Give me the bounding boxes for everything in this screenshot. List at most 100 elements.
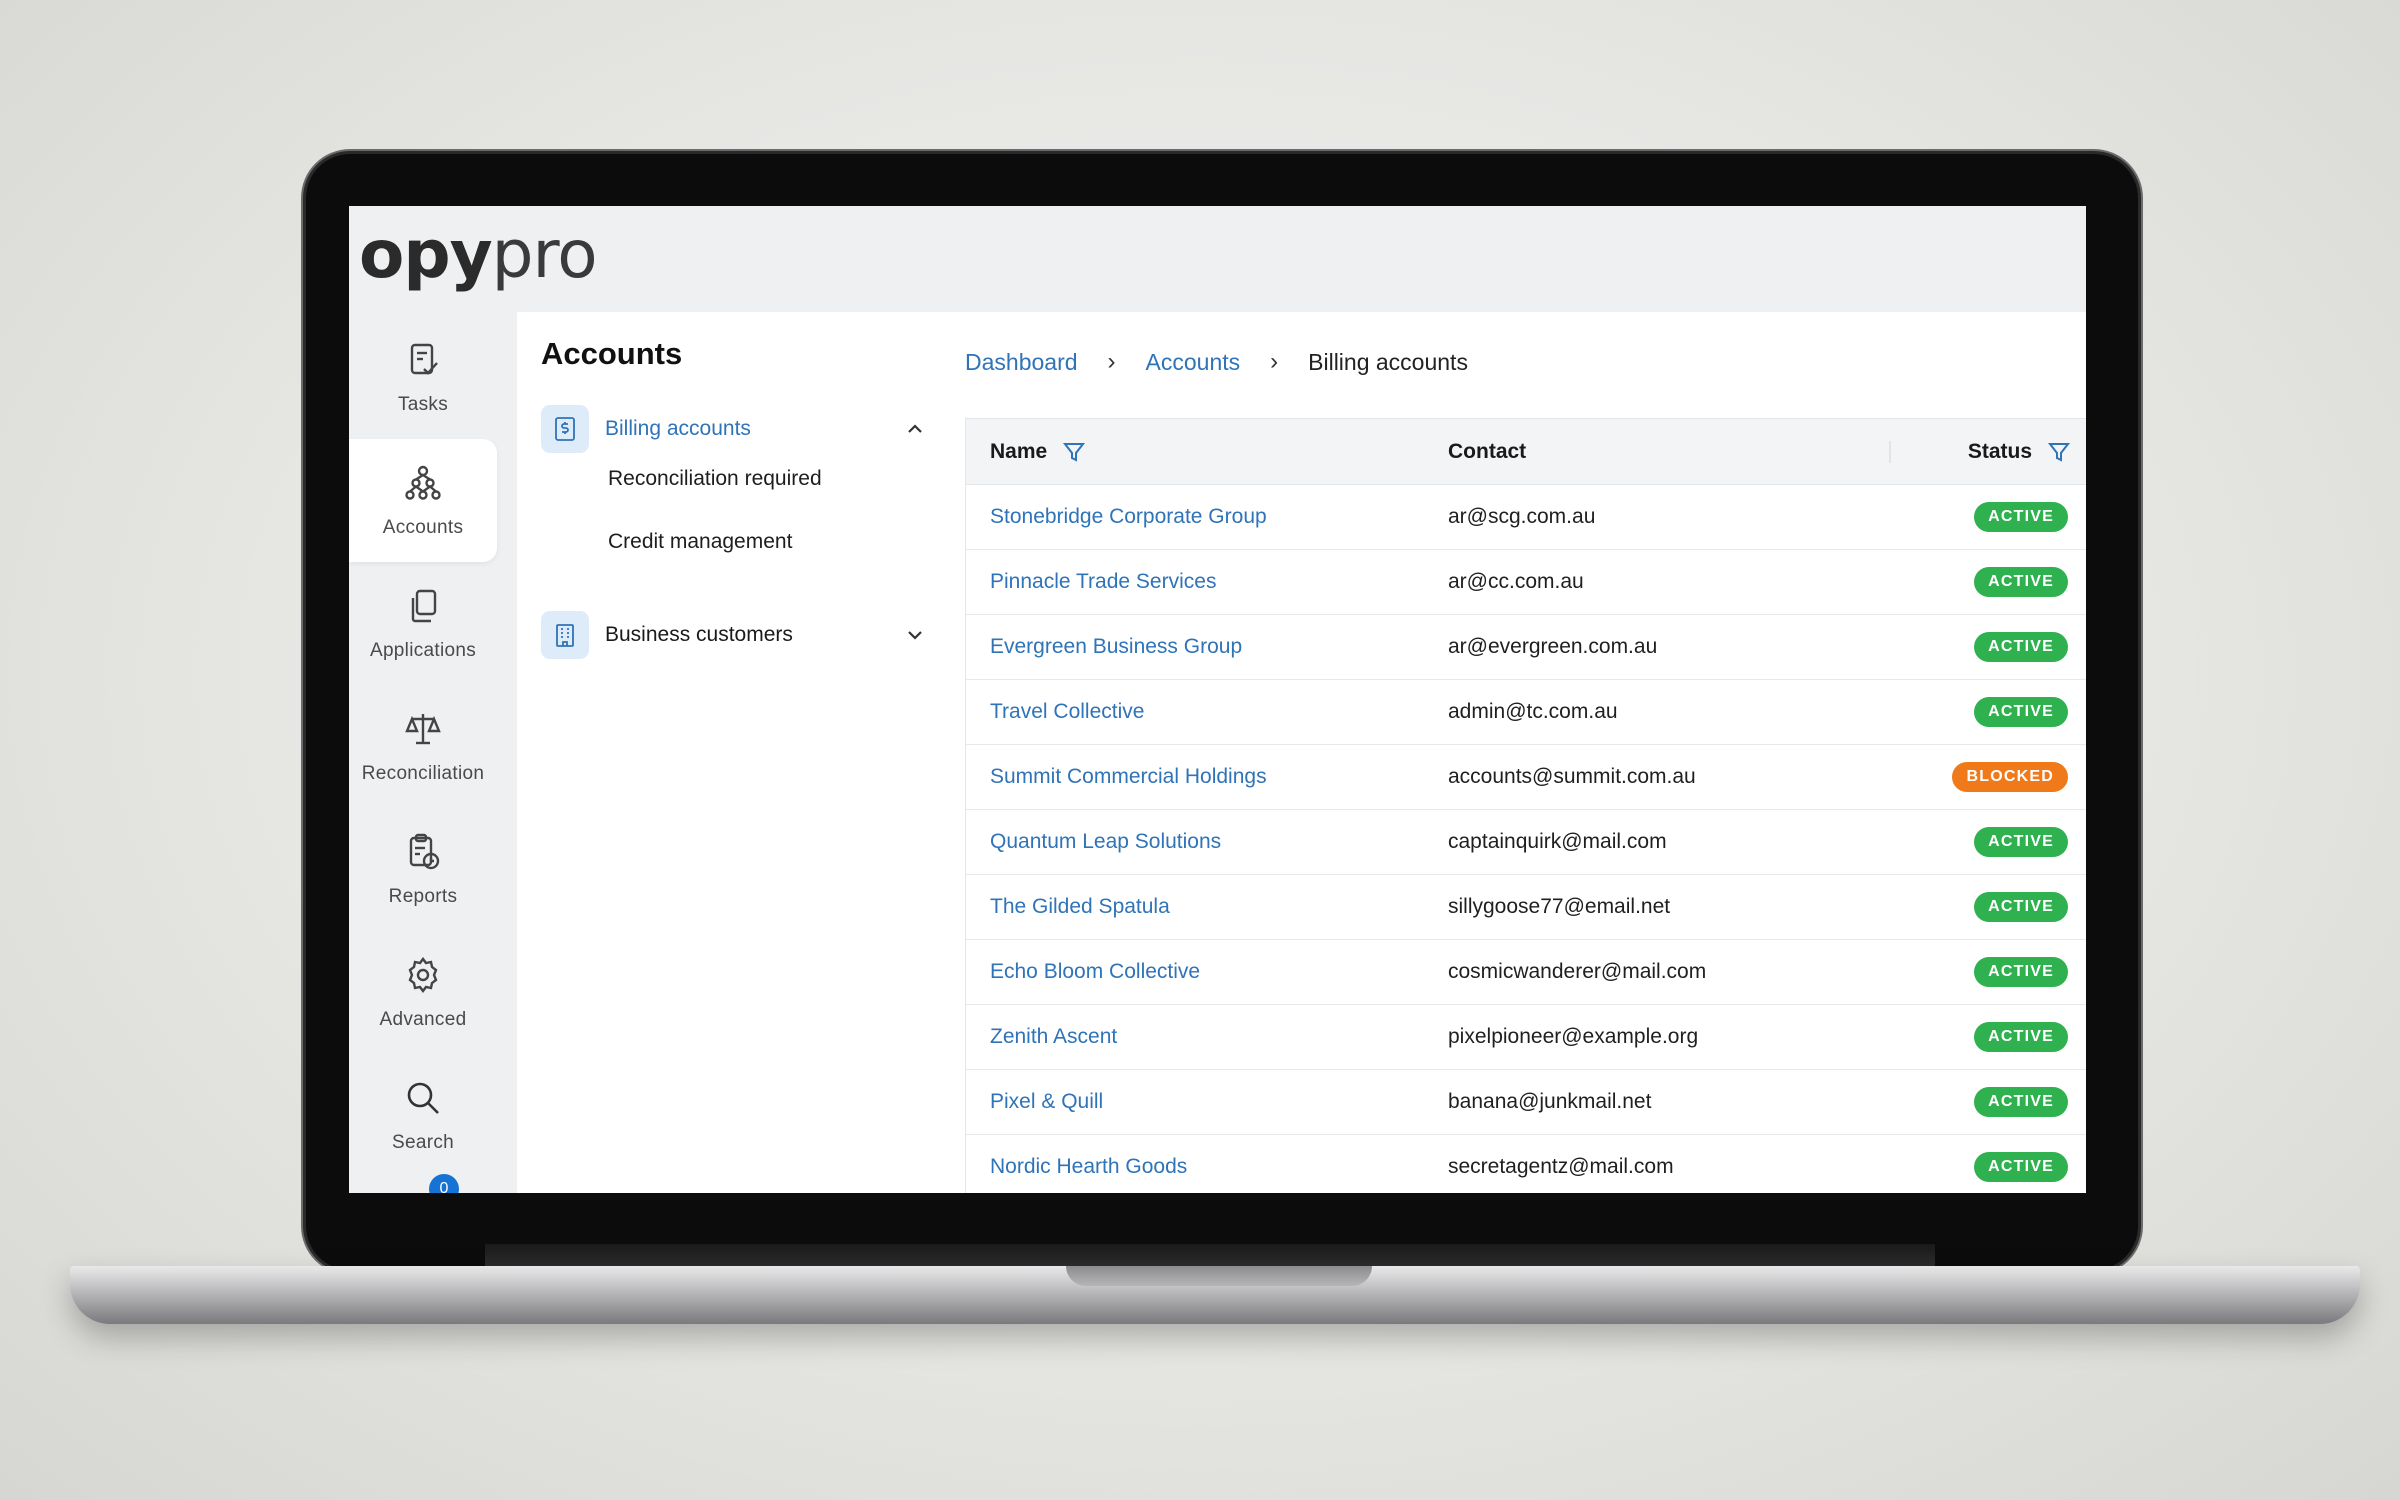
header-label: Status [1967,440,2032,463]
table-row[interactable]: Travel Collective admin@tc.com.au ACTIVE [966,680,2086,745]
account-name-link[interactable]: Zenith Ascent [990,1005,1117,1069]
app-logo: opypro [359,216,598,293]
rail-label: Accounts [382,516,464,538]
account-contact: cosmicwanderer@mail.com [1448,960,1707,983]
rail-item-reconciliation[interactable]: Reconciliation [349,685,497,808]
breadcrumb-separator: › [1270,348,1279,375]
account-contact: ar@scg.com.au [1448,505,1596,528]
account-name-link[interactable]: Quantum Leap Solutions [990,810,1221,874]
account-contact: secretagentz@mail.com [1448,1155,1674,1178]
breadcrumb-accounts[interactable]: Accounts [1146,349,1241,376]
status-cell: ACTIVE [1974,810,2068,874]
table-row[interactable]: Stonebridge Corporate Group ar@scg.com.au… [966,485,2086,550]
table-row[interactable]: Nordic Hearth Goods secretagentz@mail.com… [966,1135,2086,1193]
status-badge: ACTIVE [1974,827,2068,857]
table-row[interactable]: Quantum Leap Solutions captainquirk@mail.… [966,810,2086,875]
account-name-link[interactable]: Pixel & Quill [990,1070,1103,1134]
rail-label: Applications [369,639,477,661]
table-row[interactable]: Echo Bloom Collective cosmicwanderer@mail… [966,940,2086,1005]
header-contact[interactable]: Contact [1448,419,1526,485]
rail-label: Advanced [379,1008,467,1030]
account-name-link[interactable]: Stonebridge Corporate Group [990,485,1267,549]
app-screen: opypro Tasks Accounts Applications Recon… [349,206,2086,1193]
chevron-up-icon[interactable] [903,417,927,441]
page-title: Accounts [541,336,683,371]
subnav-billing-accounts[interactable]: Billing accounts [541,404,931,454]
table-row[interactable]: Summit Commercial Holdings accounts@summi… [966,745,2086,810]
account-contact: pixelpioneer@example.org [1448,1025,1699,1048]
status-badge: ACTIVE [1974,1152,2068,1182]
status-badge: ACTIVE [1974,957,2068,987]
subnav-business-customers[interactable]: Business customers [541,610,931,660]
status-badge: ACTIVE [1974,502,2068,532]
rail-label: Tasks [397,393,449,415]
account-name-link[interactable]: Pinnacle Trade Services [990,550,1216,614]
account-name-link[interactable]: Summit Commercial Holdings [990,745,1267,809]
status-cell: ACTIVE [1974,1135,2068,1193]
billing-accounts-table: Name Contact Status Stonebridge Corporat… [965,418,2086,1193]
content-panel: Accounts Billing accounts Reconciliation… [517,312,2086,1193]
search-icon [407,1082,439,1114]
billing-icon-wrap [541,405,589,453]
reports-icon [409,833,440,869]
rail-item-reports[interactable]: Reports [349,808,497,931]
filter-icon[interactable] [1061,439,1087,465]
rail-item-applications[interactable]: Applications [349,562,497,685]
table-body: Stonebridge Corporate Group ar@scg.com.au… [966,485,2086,1193]
rail-item-accounts[interactable]: Accounts [349,439,497,562]
building-icon [556,624,574,647]
status-cell: ACTIVE [1974,680,2068,744]
table-row[interactable]: Evergreen Business Group ar@evergreen.com… [966,615,2086,680]
table-row[interactable]: Zenith Ascent pixelpioneer@example.org ACT… [966,1005,2086,1070]
subnav-label: Billing accounts [605,417,751,440]
account-name-link[interactable]: Evergreen Business Group [990,615,1242,679]
account-name-link[interactable]: The Gilded Spatula [990,875,1170,939]
account-contact: captainquirk@mail.com [1448,830,1667,853]
status-badge: ACTIVE [1974,892,2068,922]
subnav-credit-management[interactable]: Credit management [608,530,792,554]
rail-label: Search [391,1131,454,1153]
status-cell: ACTIVE [1974,485,2068,549]
status-badge: ACTIVE [1974,1022,2068,1052]
scales-icon [405,713,441,744]
business-icon-wrap [541,611,589,659]
filter-icon[interactable] [2046,439,2072,465]
account-contact: banana@junkmail.net [1448,1090,1652,1113]
breadcrumb-current: Billing accounts [1308,348,1468,375]
header-name[interactable]: Name [990,419,1087,485]
account-name-link[interactable]: Echo Bloom Collective [990,940,1200,1004]
status-cell: ACTIVE [1974,550,2068,614]
rail-label: Reconciliation [361,762,485,784]
account-contact: ar@evergreen.com.au [1448,635,1658,658]
table-row[interactable]: The Gilded Spatula sillygoose77@email.net… [966,875,2086,940]
header-status[interactable]: Status [1968,419,2072,485]
status-cell: ACTIVE [1974,875,2068,939]
rail-label: Reports [388,885,458,907]
account-contact: sillygoose77@email.net [1448,895,1671,918]
breadcrumb: Dashboard › Accounts › Billing accounts [965,348,1468,376]
account-contact: accounts@summit.com.au [1448,765,1696,788]
tasks-icon [410,343,438,375]
status-cell: BLOCKED [1952,745,2068,809]
gear-icon [408,956,438,993]
laptop-notch [1066,1266,1372,1286]
status-badge: ACTIVE [1974,567,2068,597]
account-contact: admin@tc.com.au [1448,700,1618,723]
table-row[interactable]: Pixel & Quill banana@junkmail.net ACTIVE [966,1070,2086,1135]
rail-item-advanced[interactable]: Advanced [349,931,497,1054]
status-badge: ACTIVE [1974,697,2068,727]
account-name-link[interactable]: Nordic Hearth Goods [990,1135,1187,1193]
status-cell: ACTIVE [1974,615,2068,679]
table-row[interactable]: Pinnacle Trade Services ar@cc.com.au ACTIV… [966,550,2086,615]
rail-item-search[interactable]: Search [349,1054,497,1177]
table-header: Name Contact Status [966,419,2086,485]
account-name-link[interactable]: Travel Collective [990,680,1144,744]
chevron-down-icon[interactable] [903,623,927,647]
rail-item-tasks[interactable]: Tasks [349,316,497,439]
subnav-reconciliation-required[interactable]: Reconciliation required [608,467,822,491]
column-divider[interactable] [1889,441,1891,463]
status-cell: ACTIVE [1974,1005,2068,1069]
breadcrumb-dashboard[interactable]: Dashboard [965,349,1078,376]
laptop-hinge [485,1244,1935,1268]
breadcrumb-separator: › [1107,348,1116,375]
